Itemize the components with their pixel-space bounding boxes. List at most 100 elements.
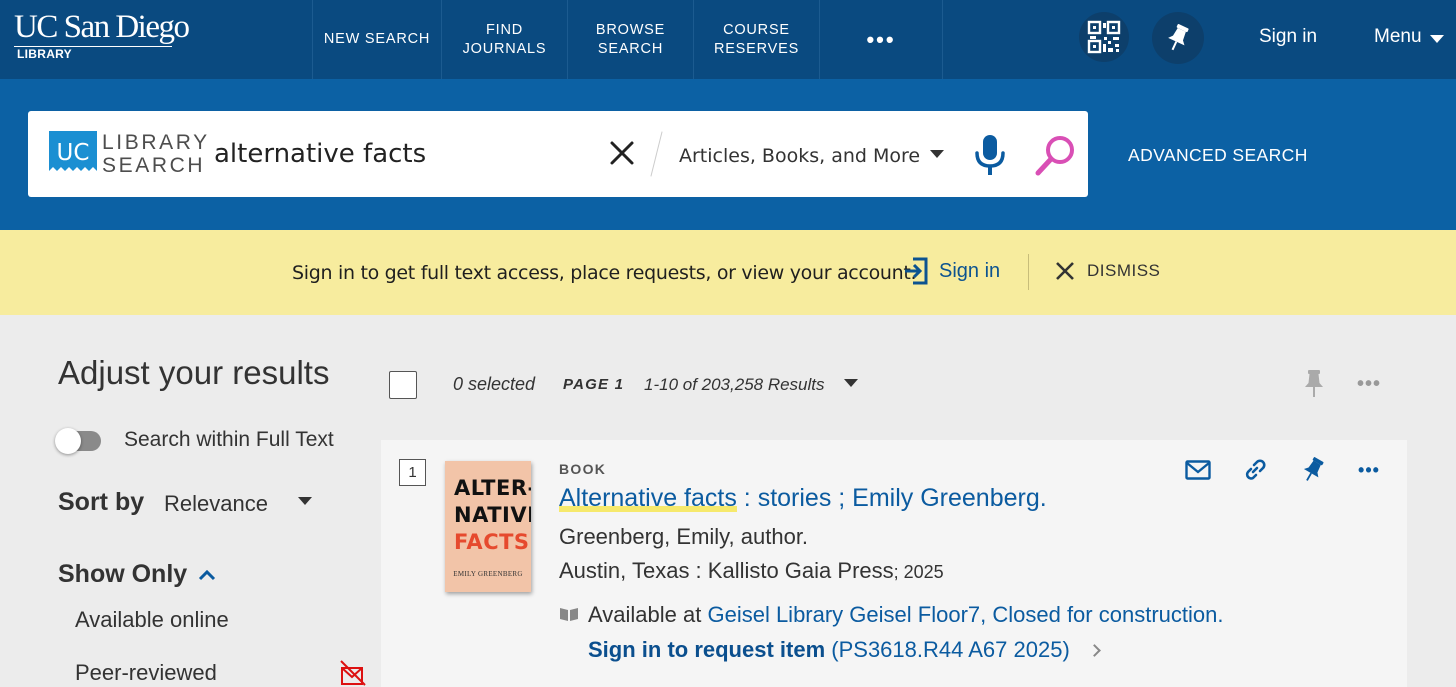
availability-prefix: Available at (588, 602, 702, 627)
sign-in-icon (905, 257, 928, 285)
logo-sub-text: LIBRARY (17, 47, 72, 61)
qr-code-icon (1087, 20, 1121, 54)
more-icon[interactable]: ••• (1357, 374, 1381, 394)
pin-icon (1303, 457, 1324, 481)
microphone-icon[interactable] (971, 133, 1009, 177)
email-icon (1185, 460, 1211, 480)
request-item-link[interactable]: Sign in to request item (PS3618.R44 A67 … (588, 637, 1101, 663)
search-input[interactable]: alternative facts (214, 139, 426, 169)
more-icon: ••• (866, 27, 896, 52)
search-divider (650, 131, 663, 177)
banner-sign-in-label: Sign in (939, 259, 1001, 282)
top-navigation: UC San Diego LIBRARY NEW SEARCH FIND JOUR… (0, 0, 1456, 79)
menu-caret-icon (1429, 34, 1444, 43)
dismiss-label: DISMISS (1087, 261, 1161, 280)
cover-title: ALTER- NATIVE FACTS (454, 475, 531, 556)
publication-year: ; 2025 (893, 562, 944, 582)
nav-find-journals[interactable]: FIND JOURNALS (441, 0, 567, 79)
result-author: Greenberg, Emily, author. (559, 524, 809, 549)
search-icon[interactable] (1033, 133, 1077, 177)
cover-line-3: FACTS (454, 530, 530, 554)
header-menu-button[interactable]: Menu (1374, 26, 1444, 48)
uc-library-search-logo-icon: UC (49, 131, 97, 171)
sort-caret-icon[interactable] (298, 497, 312, 505)
pinned-items-button[interactable] (1152, 12, 1204, 64)
resource-type: BOOK (559, 461, 607, 477)
banner-divider (1028, 254, 1029, 290)
qr-code-button[interactable] (1079, 12, 1129, 62)
call-number: (PS3618.R44 A67 2025) (831, 637, 1070, 662)
facet-peer-reviewed[interactable]: Peer-reviewed (75, 660, 217, 686)
nav-find-journals-line2: JOURNALS (462, 40, 547, 57)
result-more-button[interactable]: ••• (1354, 456, 1384, 484)
result-title-rest: : stories ; Emily Greenberg. (736, 484, 1047, 512)
show-only-toggle[interactable]: Show Only (58, 560, 187, 589)
request-label: Sign in to request item (588, 637, 826, 662)
sort-by-select[interactable]: Relevance (164, 491, 268, 517)
brand-line-library: LIBRARY (102, 131, 210, 154)
clear-search-icon[interactable] (608, 139, 636, 167)
email-button[interactable] (1183, 456, 1213, 484)
menu-label: Menu (1374, 26, 1422, 47)
exclude-facet-icon[interactable] (340, 660, 366, 686)
pin-item-button[interactable] (1298, 456, 1328, 484)
toggle-knob (55, 428, 81, 454)
cover-line-2: NATIVE (454, 503, 531, 527)
publisher-name: Austin, Texas : Kallisto Gaia Press (559, 558, 894, 583)
result-title-main: Alternative facts (559, 484, 737, 512)
permalink-button[interactable] (1240, 456, 1270, 484)
result-publisher: Austin, Texas : Kallisto Gaia Press; 202… (559, 558, 944, 584)
selected-count: 0 selected (453, 374, 536, 394)
sign-in-banner: Sign in to get full text access, place r… (0, 230, 1456, 315)
cover-line-1: ALTER- (454, 476, 531, 500)
nav-browse-search-line1: BROWSE (595, 21, 666, 38)
search-box: UC LIBRARY SEARCH alternative facts Arti… (28, 111, 1088, 197)
search-band: UC LIBRARY SEARCH alternative facts Arti… (0, 79, 1456, 230)
nav-course-reserves[interactable]: COURSE RESERVES (693, 0, 819, 79)
nav-browse-search[interactable]: BROWSE SEARCH (567, 0, 693, 79)
full-text-toggle[interactable] (55, 428, 101, 454)
nav-new-search[interactable]: NEW SEARCH (312, 0, 441, 79)
brand-line-search: SEARCH (102, 154, 206, 177)
library-search-brand: LIBRARY SEARCH (102, 131, 210, 177)
select-all-checkbox[interactable] (389, 371, 417, 399)
chevron-up-icon[interactable] (197, 568, 217, 582)
availability-location: Geisel Library Geisel Floor7, Closed for… (707, 602, 1224, 627)
advanced-search-link[interactable]: ADVANCED SEARCH (1128, 145, 1308, 166)
results-caret-icon[interactable] (844, 379, 858, 387)
result-title-link[interactable]: Alternative facts : stories ; Emily Gree… (559, 484, 1047, 513)
sort-by-label: Sort by (58, 488, 145, 516)
facet-available-online[interactable]: Available online (75, 607, 229, 633)
chevron-right-icon (1088, 644, 1101, 657)
nav-browse-search-line2: SEARCH (597, 40, 664, 57)
logo-main-text: UC San Diego (14, 9, 190, 45)
page-indicator: PAGE 1 (563, 376, 625, 393)
logo-underline (14, 46, 172, 47)
availability-status[interactable]: Available at Geisel Library Geisel Floor… (588, 602, 1223, 628)
banner-dismiss-button[interactable]: DISMISS (1055, 261, 1160, 281)
nav-course-reserves-line2: RESERVES (713, 40, 800, 57)
cover-author: EMILY GREENBERG (453, 570, 523, 578)
uc-badge-text: UC (57, 140, 90, 166)
full-text-toggle-label: Search within Full Text (124, 428, 334, 451)
banner-sign-in-button[interactable]: Sign in (903, 256, 1000, 286)
search-scope-select[interactable]: Articles, Books, and More (679, 145, 920, 167)
header-sign-in-link[interactable]: Sign in (1259, 26, 1317, 48)
close-icon (1056, 262, 1074, 280)
pin-icon (1168, 24, 1189, 51)
facets-title: Adjust your results (58, 354, 330, 391)
banner-message: Sign in to get full text access, place r… (292, 262, 917, 284)
nav-course-reserves-line1: COURSE (723, 21, 790, 38)
result-item[interactable]: 1 ALTER- NATIVE FACTS EMILY GREENBERG BO… (381, 440, 1407, 687)
nav-more-button[interactable]: ••• (819, 0, 943, 79)
ucsd-library-logo[interactable]: UC San Diego LIBRARY (14, 9, 190, 61)
nav-find-journals-line1: FIND (485, 21, 524, 38)
link-icon (1245, 459, 1266, 480)
more-icon: ••• (1358, 459, 1380, 480)
results-count: 1-10 of 203,258 Results (644, 375, 825, 394)
result-rank: 1 (399, 459, 426, 486)
pin-icon[interactable] (1300, 368, 1328, 400)
book-icon (560, 608, 578, 621)
book-cover-thumbnail[interactable]: ALTER- NATIVE FACTS EMILY GREENBERG (445, 461, 531, 592)
scope-caret-icon[interactable] (930, 150, 944, 158)
